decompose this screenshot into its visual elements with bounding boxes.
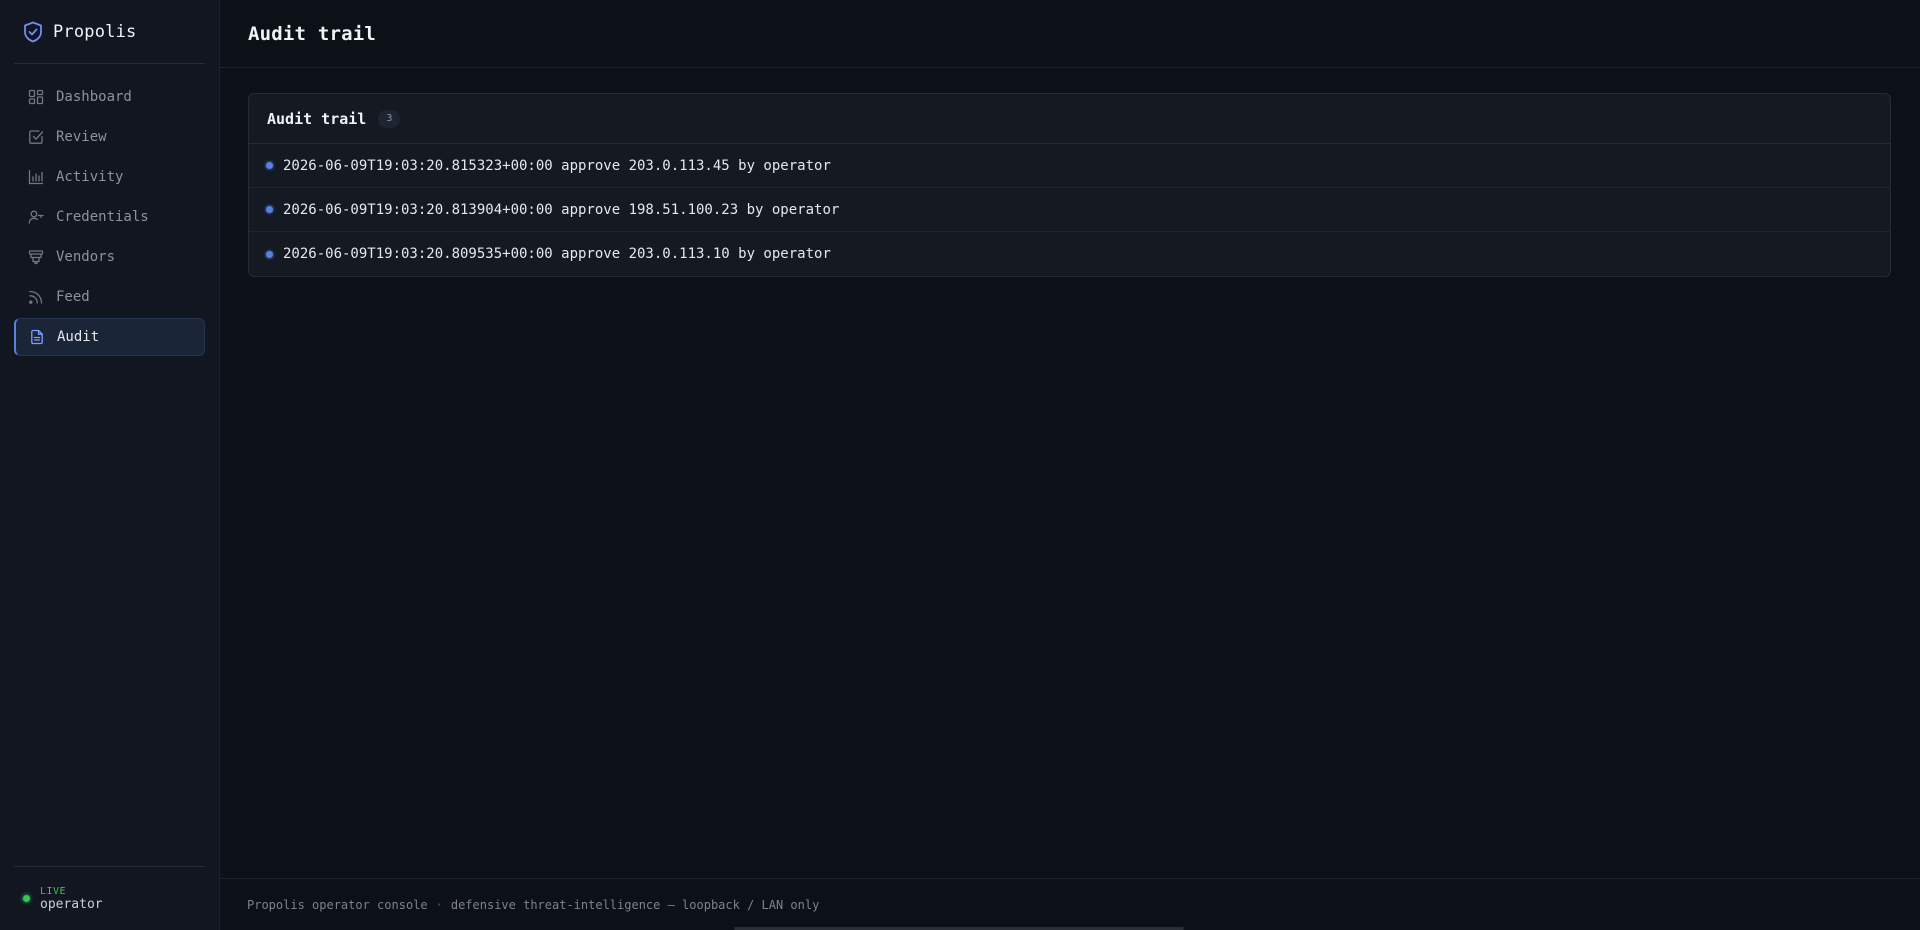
entry-text: 2026-06-09T19:03:20.809535+00:00 approve… bbox=[283, 246, 831, 262]
card-header: Audit trail 3 bbox=[249, 94, 1890, 144]
live-label: LIVE bbox=[40, 885, 67, 897]
sidebar-item-feed[interactable]: Feed bbox=[14, 278, 205, 316]
audit-list: 2026-06-09T19:03:20.815323+00:00 approve… bbox=[249, 144, 1890, 276]
main-area: Audit trail Audit trail 3 2026-06-09T19:… bbox=[220, 0, 1920, 930]
count-badge: 3 bbox=[378, 109, 401, 128]
dashboard-icon bbox=[28, 89, 44, 105]
filter-stack-icon bbox=[28, 249, 44, 265]
entry-text: 2026-06-09T19:03:20.813904+00:00 approve… bbox=[283, 201, 840, 218]
page-footer: Propolis operator console · defensive th… bbox=[220, 878, 1920, 930]
footer-left: Propolis operator console bbox=[247, 897, 428, 912]
card-title: Audit trail bbox=[267, 109, 367, 128]
content: Audit trail 3 2026-06-09T19:03:20.815323… bbox=[220, 68, 1920, 277]
sidebar-item-credentials[interactable]: Credentials bbox=[14, 198, 205, 236]
document-icon bbox=[29, 329, 45, 345]
entry-dot bbox=[266, 206, 273, 213]
status-text: LIVE operator bbox=[40, 886, 103, 912]
sidebar-item-review[interactable]: Review bbox=[14, 118, 205, 156]
shield-icon bbox=[23, 21, 43, 43]
sidebar-item-label: Audit bbox=[57, 329, 100, 345]
app-root: Propolis Dashboard Review Activity Crede… bbox=[0, 0, 1920, 930]
sidebar-item-label: Dashboard bbox=[56, 89, 132, 105]
sidebar-nav: Dashboard Review Activity Credentials Ve… bbox=[0, 64, 219, 356]
sidebar-item-vendors[interactable]: Vendors bbox=[14, 238, 205, 276]
footer-right: defensive threat-intelligence — loopback… bbox=[450, 897, 820, 912]
footer-separator: · bbox=[435, 897, 443, 912]
bar-chart-icon bbox=[28, 169, 44, 185]
audit-trail-card: Audit trail 3 2026-06-09T19:03:20.815323… bbox=[248, 93, 1891, 277]
sidebar-item-audit[interactable]: Audit bbox=[14, 318, 205, 356]
sidebar-item-label: Vendors bbox=[56, 249, 116, 265]
list-item: 2026-06-09T19:03:20.809535+00:00 approve… bbox=[249, 232, 1890, 276]
entry-dot bbox=[266, 250, 273, 258]
list-item: 2026-06-09T19:03:20.813904+00:00 approve… bbox=[249, 188, 1890, 232]
sidebar-item-label: Review bbox=[56, 129, 107, 145]
topbar: Audit trail bbox=[220, 0, 1920, 68]
sidebar-item-label: Feed bbox=[56, 289, 90, 305]
check-square-icon bbox=[28, 129, 44, 145]
entry-dot bbox=[266, 162, 273, 169]
page-title: Audit trail bbox=[248, 22, 377, 45]
entry-text: 2026-06-09T19:03:20.815323+00:00 approve… bbox=[283, 157, 831, 174]
live-indicator-dot bbox=[23, 895, 30, 902]
rss-icon bbox=[28, 289, 44, 305]
sidebar-item-dashboard[interactable]: Dashboard bbox=[14, 78, 205, 116]
brand-name: Propolis bbox=[53, 21, 137, 42]
sidebar-item-label: Activity bbox=[56, 169, 124, 185]
sidebar: Propolis Dashboard Review Activity Crede… bbox=[0, 0, 220, 930]
brand[interactable]: Propolis bbox=[14, 0, 205, 64]
sidebar-item-label: Credentials bbox=[56, 209, 149, 225]
sidebar-item-activity[interactable]: Activity bbox=[14, 158, 205, 196]
connection-status: LIVE operator bbox=[14, 866, 205, 930]
user-key-icon bbox=[28, 209, 44, 225]
list-item: 2026-06-09T19:03:20.815323+00:00 approve… bbox=[249, 144, 1890, 188]
current-user: operator bbox=[40, 896, 103, 912]
